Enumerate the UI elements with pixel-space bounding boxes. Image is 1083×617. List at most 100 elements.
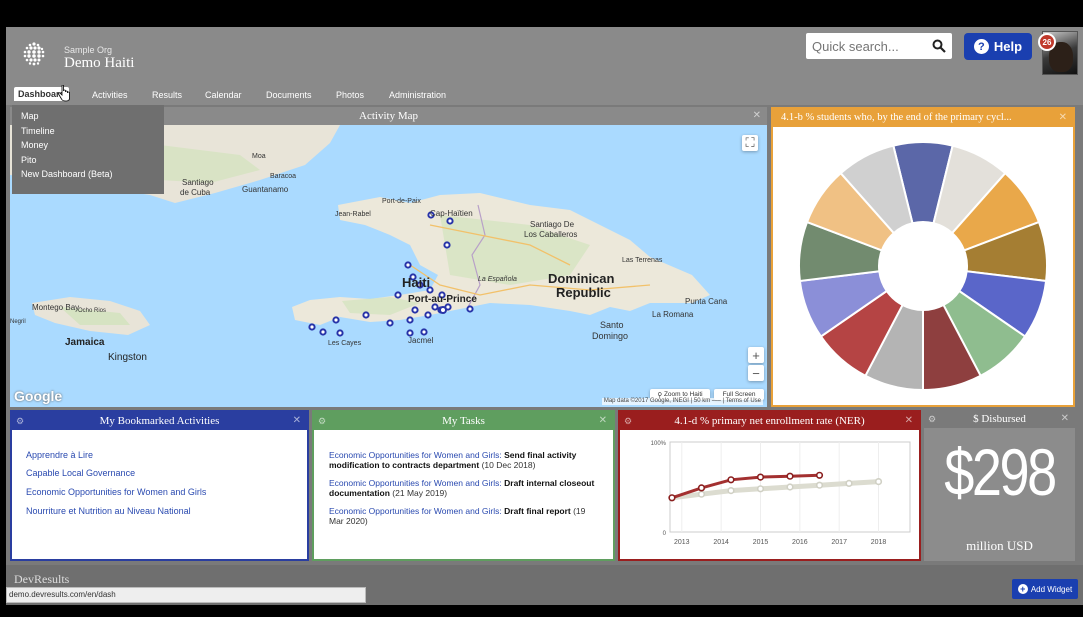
nav-activities[interactable]: Activities	[92, 90, 128, 100]
nav-documents[interactable]: Documents	[266, 90, 312, 100]
search-icon[interactable]	[932, 39, 946, 53]
svg-text:Domingo: Domingo	[592, 331, 628, 341]
svg-text:Moa: Moa	[252, 153, 266, 160]
task-activity[interactable]: Economic Opportunities for Women and Gir…	[329, 478, 502, 488]
data-point[interactable]	[786, 483, 794, 491]
svg-text:Santiago De: Santiago De	[530, 220, 575, 229]
data-point[interactable]	[727, 476, 735, 484]
data-point[interactable]	[786, 472, 794, 480]
x-tick-label: 2017	[831, 539, 847, 546]
pie-chart-panel: 4.1-b % students who, by the end of the …	[771, 107, 1075, 407]
x-tick-label: 2016	[792, 539, 808, 546]
svg-text:Port-au-Prince: Port-au-Prince	[408, 294, 477, 305]
x-tick-label: 2014	[713, 539, 729, 546]
fullscreen-icon[interactable]: ⛶	[742, 135, 758, 151]
bookmark-link[interactable]: Capable Local Governance	[26, 468, 135, 478]
task-date: (21 May 2019)	[392, 488, 448, 498]
zoom-in-button[interactable]: +	[748, 347, 764, 363]
data-point[interactable]	[756, 473, 765, 481]
svg-text:Ocho Rios: Ocho Rios	[78, 308, 106, 314]
bookmark-link[interactable]: Economic Opportunities for Women and Gir…	[26, 487, 206, 497]
task-date: (10 Dec 2018)	[481, 460, 536, 470]
svg-text:Cap-Haïtien: Cap-Haïtien	[430, 209, 473, 218]
nav-administration[interactable]: Administration	[389, 90, 446, 100]
map-attribution[interactable]: Map data ©2017 Google, INEGI | 50 km ⎯⎯⎯…	[601, 398, 763, 405]
bookmark-link[interactable]: Apprendre à Lire	[26, 450, 93, 460]
x-tick-label: 2015	[753, 539, 769, 546]
plus-icon: +	[1017, 584, 1028, 594]
notification-badge[interactable]: 26	[1038, 33, 1056, 51]
bookmarks-gear-icon[interactable]: ⚙	[16, 412, 24, 430]
task-activity[interactable]: Economic Opportunities for Women and Gir…	[329, 506, 502, 516]
bookmarked-activities-panel: My Bookmarked Activities ⚙ ✕ Apprendre à…	[10, 410, 309, 561]
y-tick-label: 0	[663, 531, 667, 537]
svg-text:Les Cayes: Les Cayes	[328, 340, 362, 347]
disbursed-unit: million USD	[966, 538, 1033, 553]
svg-text:de Cuba: de Cuba	[180, 188, 211, 197]
search-input[interactable]	[812, 37, 922, 55]
map-close-icon[interactable]: ✕	[753, 107, 761, 125]
task-item[interactable]: Economic Opportunities for Women and Gir…	[329, 450, 599, 470]
data-point[interactable]	[845, 479, 853, 488]
data-point[interactable]	[697, 490, 706, 498]
data-point[interactable]	[697, 484, 706, 492]
task-activity[interactable]: Economic Opportunities for Women and Gir…	[329, 450, 502, 460]
svg-text:Jacmel: Jacmel	[408, 336, 434, 345]
disbursed-gear-icon[interactable]: ⚙	[928, 410, 936, 428]
header: Sample Org Demo Haiti ? Help 26	[6, 27, 1083, 87]
y-tick-label: 100%	[651, 441, 667, 447]
zoom-out-button[interactable]: −	[748, 365, 764, 381]
data-point[interactable]	[756, 485, 765, 493]
tasks-close-icon[interactable]: ✕	[599, 412, 607, 430]
add-widget-button[interactable]: + Add Widget	[1012, 579, 1078, 599]
pie-panel-title: 4.1-b % students who, by the end of the …	[773, 109, 1073, 127]
globe-logo-icon[interactable]	[20, 40, 48, 68]
org-name[interactable]: Demo Haiti	[64, 55, 134, 72]
svg-text:Montego Bay: Montego Bay	[32, 303, 79, 312]
svg-text:Las Terrenas: Las Terrenas	[622, 257, 663, 264]
svg-text:Baracoa: Baracoa	[270, 173, 296, 180]
google-logo: Google	[14, 388, 63, 404]
task-item[interactable]: Economic Opportunities for Women and Gir…	[329, 478, 599, 498]
ner-chart-panel: 4.1-d % primary net enrollment rate (NER…	[618, 410, 921, 561]
dropdown-item-new-dashboard[interactable]: New Dashboard (Beta)	[12, 167, 164, 182]
task-item[interactable]: Economic Opportunities for Women and Gir…	[329, 506, 599, 526]
help-button[interactable]: ? Help	[964, 33, 1032, 60]
dropdown-item-pito[interactable]: Pito	[12, 153, 164, 168]
footer-logo[interactable]: DevResults	[14, 572, 69, 587]
task-title: Draft final report	[504, 506, 571, 516]
svg-text:Dominican: Dominican	[548, 271, 615, 286]
my-tasks-panel: My Tasks ⚙ ✕ Economic Opportunities for …	[312, 410, 615, 561]
dropdown-item-map[interactable]: Map	[12, 109, 164, 124]
svg-text:Santiago: Santiago	[182, 178, 214, 187]
data-point[interactable]	[668, 494, 676, 502]
nav-photos[interactable]: Photos	[336, 90, 364, 100]
svg-text:Republic: Republic	[556, 285, 611, 300]
svg-text:Jamaica: Jamaica	[65, 337, 105, 348]
data-point[interactable]	[727, 486, 735, 495]
pie-close-icon[interactable]: ✕	[1059, 109, 1067, 127]
data-point[interactable]	[815, 471, 824, 479]
bookmarks-close-icon[interactable]: ✕	[293, 412, 301, 430]
disbursed-panel: $ Disbursed ⚙ ✕ $298 million USD	[924, 410, 1075, 561]
dropdown-item-timeline[interactable]: Timeline	[12, 124, 164, 139]
dropdown-item-money[interactable]: Money	[12, 138, 164, 153]
hand-cursor-icon	[58, 85, 70, 102]
data-point[interactable]	[815, 481, 824, 489]
ner-panel-title: 4.1-d % primary net enrollment rate (NER…	[620, 412, 919, 430]
nav-results[interactable]: Results	[152, 90, 182, 100]
tasks-gear-icon[interactable]: ⚙	[318, 412, 326, 430]
help-label: Help	[993, 39, 1023, 54]
svg-text:Haiti: Haiti	[402, 275, 430, 290]
x-tick-label: 2018	[871, 539, 887, 546]
bookmark-link[interactable]: Nourriture et Nutrition au Niveau Nation…	[26, 506, 191, 516]
data-point[interactable]	[874, 477, 883, 486]
svg-text:La Española: La Española	[478, 276, 517, 283]
org-label: Sample Org	[64, 45, 113, 55]
ner-line-chart: 2013 2014 2015 2016 2017 2018 0 100%	[651, 441, 911, 546]
nav-calendar[interactable]: Calendar	[205, 90, 242, 100]
ner-close-icon[interactable]: ✕	[905, 412, 913, 430]
status-bar-url: demo.devresults.com/en/dash	[6, 587, 366, 603]
ner-gear-icon[interactable]: ⚙	[624, 412, 632, 430]
disbursed-close-icon[interactable]: ✕	[1061, 410, 1069, 428]
